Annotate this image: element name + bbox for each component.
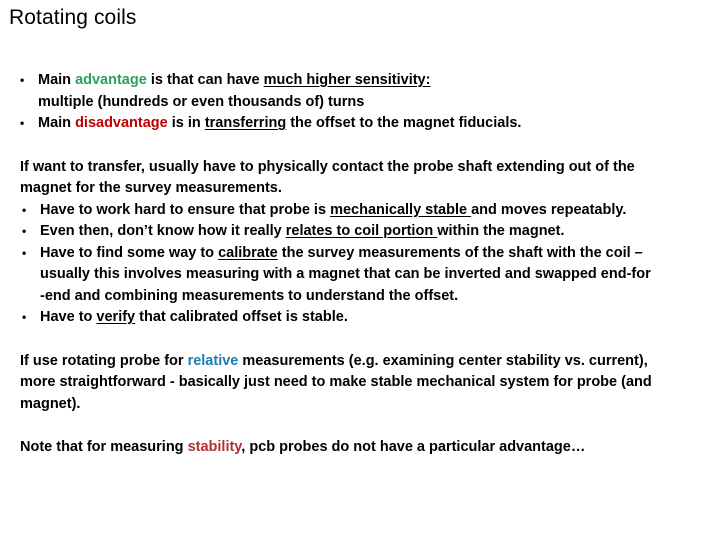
text-fragment: within the magnet. (437, 223, 565, 239)
bullet-glyph: • (20, 73, 25, 87)
bullet-list-transfer-requirements: • Have to work hard to ensure that probe… (0, 200, 720, 329)
slide-body: • Main advantage is that can have much h… (0, 70, 720, 459)
text-fragment: is in (167, 115, 205, 131)
list-item: • Main advantage is that can have much h… (0, 70, 720, 113)
text-fragment: Even then, don’t know how it really (40, 223, 286, 239)
underlined-mechanically-stable: mechanically stable (330, 201, 472, 218)
text-fragment: Have to (40, 309, 97, 325)
text-fragment: Main (38, 115, 76, 131)
text-fragment: Have to work hard to ensure that probe i… (40, 201, 331, 218)
list-item: • Have to find some way to calibrate the… (0, 243, 720, 308)
slide: Rotating coils • Main advantage is that … (0, 0, 720, 540)
text-fragment: and moves repeatably. (471, 201, 627, 218)
paragraph-relative-measurements: If use rotating probe for relative measu… (0, 351, 720, 416)
text-fragment: Main (38, 72, 76, 88)
paragraph-transfer-intro: If want to transfer, usually have to phy… (0, 157, 720, 200)
list-item: • Have to verify that calibrated offset … (0, 307, 720, 329)
text-fragment: measurements (e.g. examining center stab… (238, 352, 648, 369)
bullet-text-verify: Have to verify that calibrated offset is… (40, 309, 348, 325)
bullet-continuation-line: -end and combining measurements to under… (40, 287, 459, 304)
underlined-much-higher-sensitivity: much higher sensitivity: (263, 72, 431, 88)
text-fragment: is that can have (146, 72, 264, 88)
text-fragment: If use rotating probe for (20, 352, 188, 369)
text-fragment: the offset to the magnet fiducials. (286, 115, 522, 131)
bullet-glyph: • (20, 116, 25, 130)
underlined-relates-to-coil-portion: relates to coil portion (285, 223, 438, 239)
bullet-text-relates-to-coil: Even then, don’t know how it really rela… (40, 223, 564, 239)
underlined-verify: verify (96, 309, 136, 325)
paragraph-line: If use rotating probe for relative measu… (20, 351, 720, 373)
bullet-list-advantages: • Main advantage is that can have much h… (0, 70, 720, 135)
bullet-continuation-line: multiple (hundreds or even thousands of)… (38, 93, 365, 110)
emphasis-advantage: advantage (75, 72, 147, 88)
paragraph-line: If want to transfer, usually have to phy… (20, 158, 635, 175)
emphasis-relative: relative (187, 352, 239, 369)
text-fragment: Have to find some way to (40, 244, 219, 261)
text-fragment: , pcb probes do not have a particular ad… (241, 439, 586, 455)
text-fragment: the survey measurements of the shaft wit… (277, 244, 643, 261)
bullet-glyph: • (22, 202, 27, 217)
underlined-calibrate: calibrate (218, 244, 278, 261)
paragraph-line: magnet). (20, 395, 81, 412)
underlined-transferring: transferring (204, 115, 287, 131)
emphasis-stability: stability (187, 439, 242, 455)
bullet-text-calibrate: Have to find some way to calibrate the s… (40, 245, 643, 261)
bullet-text-main-disadvantage: Main disadvantage is in transferring the… (38, 115, 521, 131)
bullet-glyph: • (22, 224, 27, 238)
text-fragment: Note that for measuring (20, 439, 188, 455)
page-title: Rotating coils (9, 6, 137, 29)
paragraph-line: more straightforward - basically just ne… (20, 374, 652, 390)
emphasis-disadvantage: disadvantage (75, 115, 168, 131)
list-item: • Even then, don’t know how it really re… (0, 221, 720, 243)
paragraph-line: Note that for measuring stability, pcb p… (20, 437, 720, 459)
list-item: • Main disadvantage is in transferring t… (0, 113, 720, 135)
bullet-continuation-line: usually this involves measuring with a m… (40, 266, 651, 282)
text-fragment: that calibrated offset is stable. (135, 309, 348, 325)
bullet-text-mechanically-stable: Have to work hard to ensure that probe i… (40, 202, 626, 218)
paragraph-stability-note: Note that for measuring stability, pcb p… (0, 437, 720, 459)
list-item: • Have to work hard to ensure that probe… (0, 200, 720, 222)
bullet-text-main-advantage: Main advantage is that can have much hig… (38, 72, 430, 88)
paragraph-line: magnet for the survey measurements. (20, 180, 282, 196)
bullet-glyph: • (22, 310, 27, 324)
bullet-glyph: • (22, 245, 27, 260)
